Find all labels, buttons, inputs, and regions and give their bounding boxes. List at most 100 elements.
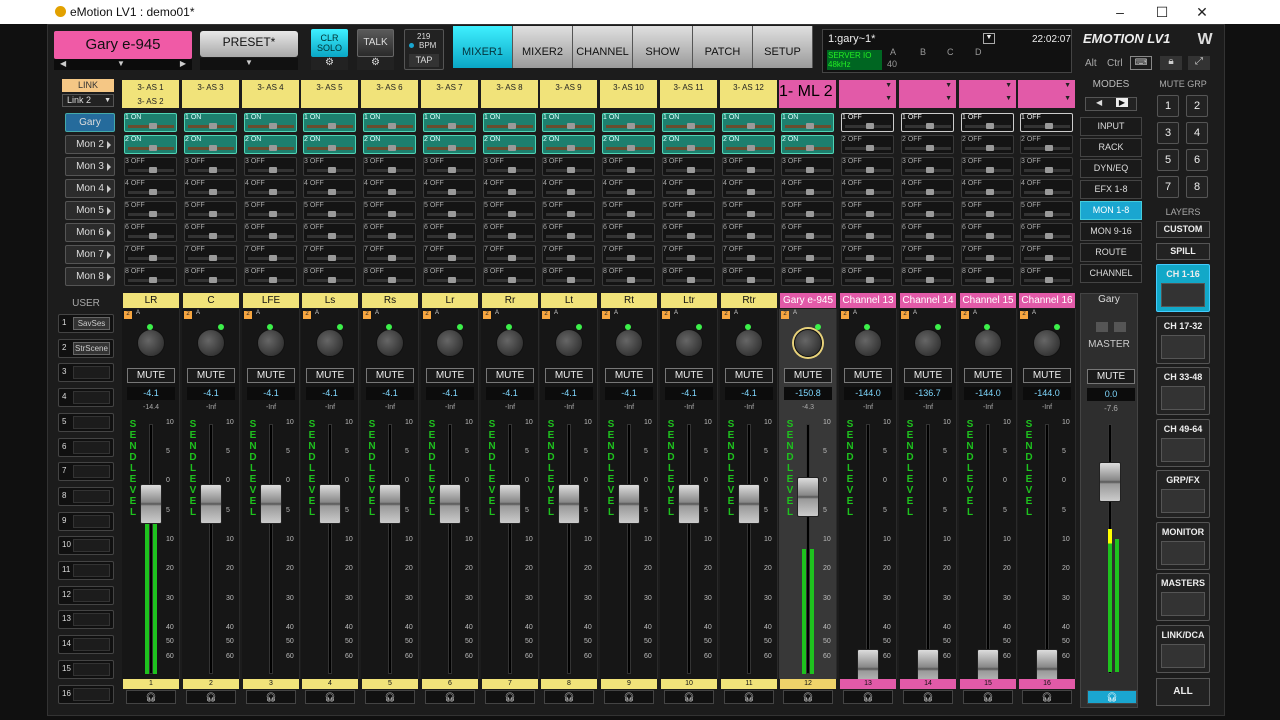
user-button-8[interactable]: 8 xyxy=(58,486,114,506)
master-fader[interactable] xyxy=(1099,462,1121,502)
level-readout[interactable]: -4.1 xyxy=(306,387,354,400)
send-11-7[interactable]: 7 OFF xyxy=(722,245,775,264)
send-10-5[interactable]: 5 OFF xyxy=(662,201,715,220)
monitor-item-1[interactable]: Gary xyxy=(65,113,115,132)
tab-patch[interactable]: PATCH xyxy=(693,26,753,68)
send-13-7[interactable]: 7 OFF xyxy=(841,245,894,264)
send-7-1[interactable]: 1 ON xyxy=(483,113,536,132)
ctrl-key[interactable]: Ctrl xyxy=(1107,58,1123,69)
user-button-13[interactable]: 13 xyxy=(58,610,114,630)
mode-rack[interactable]: RACK xyxy=(1080,138,1142,157)
level-readout[interactable]: -4.1 xyxy=(665,387,713,400)
send-3-5[interactable]: 5 OFF xyxy=(244,201,297,220)
send-4-6[interactable]: 6 OFF xyxy=(303,223,356,242)
send-1-3[interactable]: 3 OFF xyxy=(124,157,177,176)
send-8-1[interactable]: 1 ON xyxy=(542,113,595,132)
mode-mon-1-8[interactable]: MON 1-8 xyxy=(1080,201,1142,220)
send-12-2[interactable]: 2 ON xyxy=(781,135,834,154)
send-16-1[interactable]: 1 OFF xyxy=(1020,113,1073,132)
route-dropdown-icon[interactable]: ▼ xyxy=(1005,82,1012,89)
monitor-item-6[interactable]: Mon 6 xyxy=(65,223,115,242)
send-5-5[interactable]: 5 OFF xyxy=(363,201,416,220)
send-16-2[interactable]: 2 OFF xyxy=(1020,135,1073,154)
level-readout[interactable]: -4.1 xyxy=(426,387,474,400)
send-15-6[interactable]: 6 OFF xyxy=(961,223,1014,242)
send-11-4[interactable]: 4 OFF xyxy=(722,179,775,198)
link-dropdown[interactable]: Link 2 ▼ xyxy=(62,94,114,107)
master-mute-button[interactable]: MUTE xyxy=(1087,369,1135,384)
tab-mixer2[interactable]: MIXER2 xyxy=(513,26,573,68)
send-9-7[interactable]: 7 OFF xyxy=(602,245,655,264)
mute-button[interactable]: MUTE xyxy=(605,368,653,383)
channel-fader[interactable] xyxy=(558,484,580,524)
fullscreen-icon[interactable]: ⤢ xyxy=(1188,56,1210,70)
pan-knob[interactable] xyxy=(914,329,942,357)
send-13-5[interactable]: 5 OFF xyxy=(841,201,894,220)
headphone-icon[interactable]: 🎧︎ xyxy=(604,690,654,704)
user-button-11[interactable]: 11 xyxy=(58,561,114,580)
headphone-icon[interactable]: 🎧︎ xyxy=(126,690,176,704)
mute-button[interactable]: MUTE xyxy=(486,368,534,383)
route-dropdown-icon[interactable]: ▼ xyxy=(1005,95,1012,102)
monitor-item-8[interactable]: Mon 8 xyxy=(65,267,115,286)
channel-name-12[interactable]: Gary e-945 xyxy=(780,293,836,308)
route-slot-2[interactable]: 3- AS 3 xyxy=(182,80,239,108)
all-layers-button[interactable]: ALL xyxy=(1156,678,1210,706)
route-slot-7[interactable]: 3- AS 8 xyxy=(481,80,538,108)
spill-button[interactable]: SPILL xyxy=(1156,243,1210,260)
route-slot-11[interactable]: 3- AS 12 xyxy=(720,80,777,108)
headphone-icon[interactable]: 🎧︎ xyxy=(843,690,893,704)
send-3-1[interactable]: 1 ON xyxy=(244,113,297,132)
user-button-12[interactable]: 12 xyxy=(58,585,114,605)
route-slot-13[interactable]: ▼ ▼ xyxy=(839,80,896,108)
headphone-icon[interactable]: 🎧︎ xyxy=(425,690,475,704)
send-10-6[interactable]: 6 OFF xyxy=(662,223,715,242)
send-12-4[interactable]: 4 OFF xyxy=(781,179,834,198)
send-10-2[interactable]: 2 ON xyxy=(662,135,715,154)
user-button-14[interactable]: 14 xyxy=(58,635,114,655)
pan-knob[interactable] xyxy=(137,329,165,357)
master-level[interactable]: 0.0 xyxy=(1087,388,1135,401)
mute-button[interactable]: MUTE xyxy=(127,368,175,383)
send-3-2[interactable]: 2 ON xyxy=(244,135,297,154)
send-5-7[interactable]: 7 OFF xyxy=(363,245,416,264)
send-11-1[interactable]: 1 ON xyxy=(722,113,775,132)
send-2-4[interactable]: 4 OFF xyxy=(184,179,237,198)
lock-icon[interactable]: 🔒︎ xyxy=(1160,56,1182,70)
mute-button[interactable]: MUTE xyxy=(665,368,713,383)
level-readout[interactable]: -144.0 xyxy=(1023,387,1071,400)
send-6-2[interactable]: 2 ON xyxy=(423,135,476,154)
mode-mon-9-16[interactable]: MON 9-16 xyxy=(1080,222,1142,241)
keyboard-icon[interactable]: ⌨ xyxy=(1130,56,1152,70)
layer-ch-17-32[interactable]: CH 17-32 xyxy=(1156,315,1210,364)
route-dropdown-icon[interactable]: ▼ xyxy=(945,82,952,89)
mute-group-1[interactable]: 1 xyxy=(1157,95,1179,117)
channel-name-7[interactable]: Rr xyxy=(482,293,538,308)
minimize-button[interactable]: – xyxy=(1105,2,1135,22)
send-11-8[interactable]: 8 OFF xyxy=(722,267,775,286)
tab-setup[interactable]: SETUP xyxy=(753,26,813,68)
channel-name-10[interactable]: Ltr xyxy=(661,293,717,308)
headphone-icon[interactable]: 🎧︎ xyxy=(724,690,774,704)
send-2-6[interactable]: 6 OFF xyxy=(184,223,237,242)
send-4-3[interactable]: 3 OFF xyxy=(303,157,356,176)
next-scene-icon[interactable]: ▶ xyxy=(180,59,186,68)
route-slot-9[interactable]: 3- AS 10 xyxy=(600,80,657,108)
route-slot-12[interactable]: 1- ML 2 xyxy=(779,80,836,108)
talk-gear-icon[interactable]: ⚙ xyxy=(357,57,394,70)
user-button-5[interactable]: 5 xyxy=(58,412,114,432)
send-8-8[interactable]: 8 OFF xyxy=(542,267,595,286)
pan-knob[interactable] xyxy=(675,329,703,357)
user-button-1[interactable]: 1 SavSes xyxy=(58,314,114,333)
layer-grp-fx[interactable]: GRP/FX xyxy=(1156,470,1210,518)
send-2-7[interactable]: 7 OFF xyxy=(184,245,237,264)
channel-fader[interactable] xyxy=(678,484,700,524)
send-14-6[interactable]: 6 OFF xyxy=(901,223,954,242)
mute-group-2[interactable]: 2 xyxy=(1186,95,1208,117)
user-button-16[interactable]: 16 xyxy=(58,684,114,704)
headphone-icon[interactable]: 🎧︎ xyxy=(186,690,236,704)
route-slot-1[interactable]: 3- AS 1 3- AS 2 xyxy=(122,80,179,108)
channel-fader[interactable] xyxy=(738,484,760,524)
headphone-icon[interactable]: 🎧︎ xyxy=(485,690,535,704)
headphone-icon[interactable]: 🎧︎ xyxy=(1022,690,1072,704)
